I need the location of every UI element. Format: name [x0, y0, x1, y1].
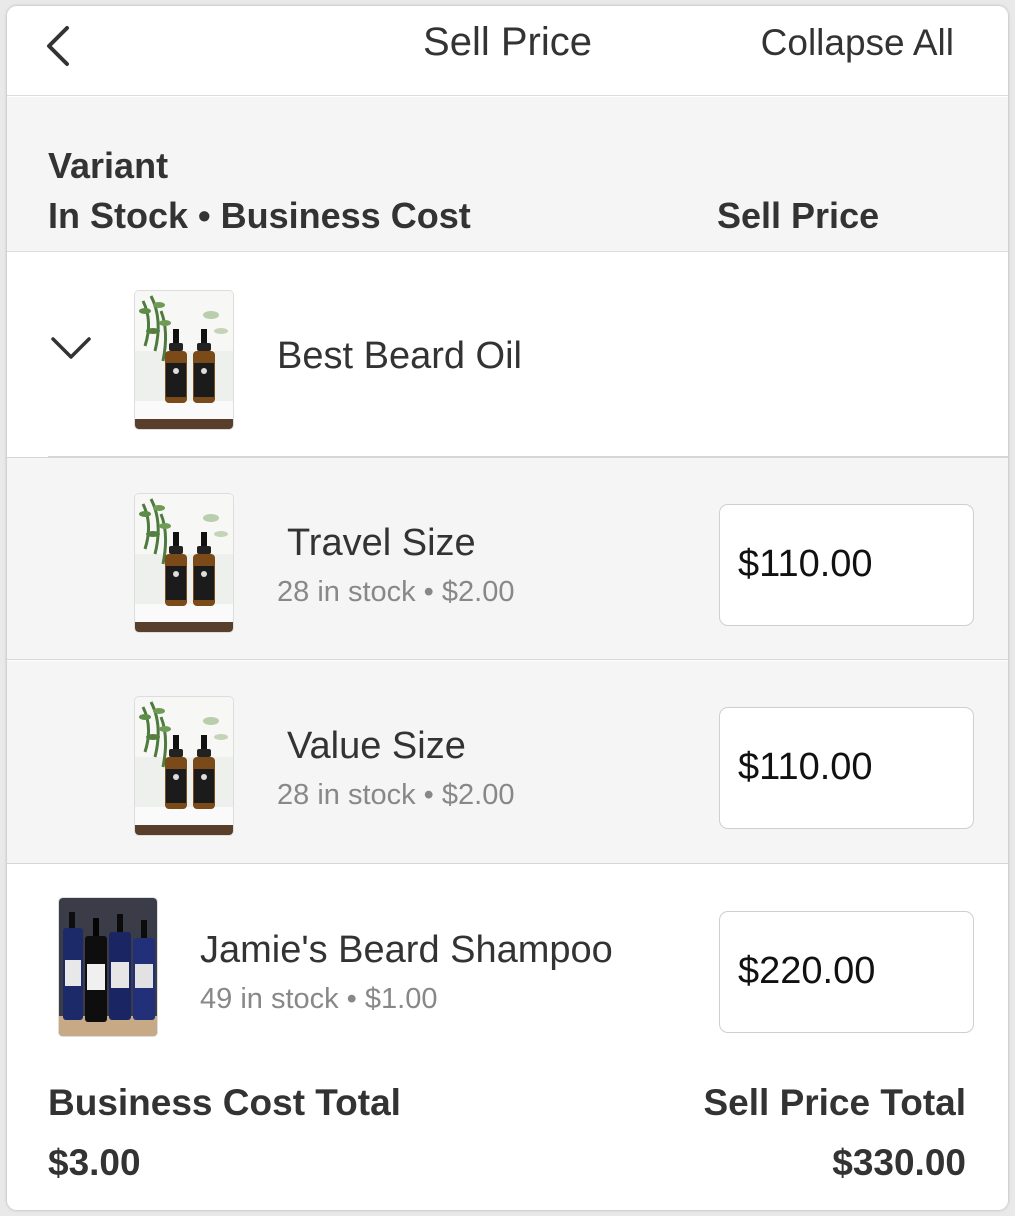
- product-stock-cost: 49 in stock • $1.00: [200, 983, 438, 1015]
- business-cost-total-value: $3.00: [48, 1142, 141, 1183]
- collapse-all-button[interactable]: Collapse All: [761, 22, 954, 64]
- top-bar: Sell Price Collapse All: [7, 6, 1008, 96]
- sell-price-input[interactable]: $110.00: [719, 707, 974, 829]
- sell-price-column-label: Sell Price: [717, 195, 880, 236]
- variant-column-label: Variant: [48, 145, 169, 186]
- totals-section: Business Cost Total $3.00 Sell Price Tot…: [7, 1056, 1008, 1210]
- variant-name: Travel Size: [287, 522, 476, 564]
- product-thumbnail: [134, 290, 234, 430]
- business-cost-total-label: Business Cost Total: [48, 1082, 401, 1123]
- sell-price-input[interactable]: $220.00: [719, 911, 974, 1033]
- variant-stock-cost: 28 in stock • $2.00: [277, 576, 515, 608]
- chevron-down-icon: [51, 337, 91, 359]
- variant-thumbnail: [134, 696, 234, 836]
- variant-row: Travel Size 28 in stock • $2.00 $110.00: [7, 457, 1008, 660]
- parent-product-row[interactable]: Best Beard Oil: [7, 253, 1008, 456]
- expand-toggle[interactable]: [49, 333, 93, 368]
- sell-price-screen: Sell Price Collapse All Variant In Stock…: [7, 6, 1008, 1210]
- sell-price-total-value: $330.00: [832, 1142, 966, 1183]
- sell-price-input[interactable]: $110.00: [719, 504, 974, 626]
- column-header: Variant In Stock • Business Cost Sell Pr…: [7, 97, 1008, 252]
- variant-name: Value Size: [287, 725, 466, 767]
- sell-price-total-label: Sell Price Total: [703, 1082, 966, 1123]
- product-row: Jamie's Beard Shampoo 49 in stock • $1.0…: [7, 865, 1008, 1055]
- variant-row: Value Size 28 in stock • $2.00 $110.00: [7, 661, 1008, 864]
- parent-product-name: Best Beard Oil: [277, 335, 522, 377]
- variant-thumbnail: [134, 493, 234, 633]
- product-name: Jamie's Beard Shampoo: [200, 929, 613, 971]
- stock-cost-column-label: In Stock • Business Cost: [48, 195, 471, 236]
- product-thumbnail: [58, 897, 158, 1037]
- variant-stock-cost: 28 in stock • $2.00: [277, 779, 515, 811]
